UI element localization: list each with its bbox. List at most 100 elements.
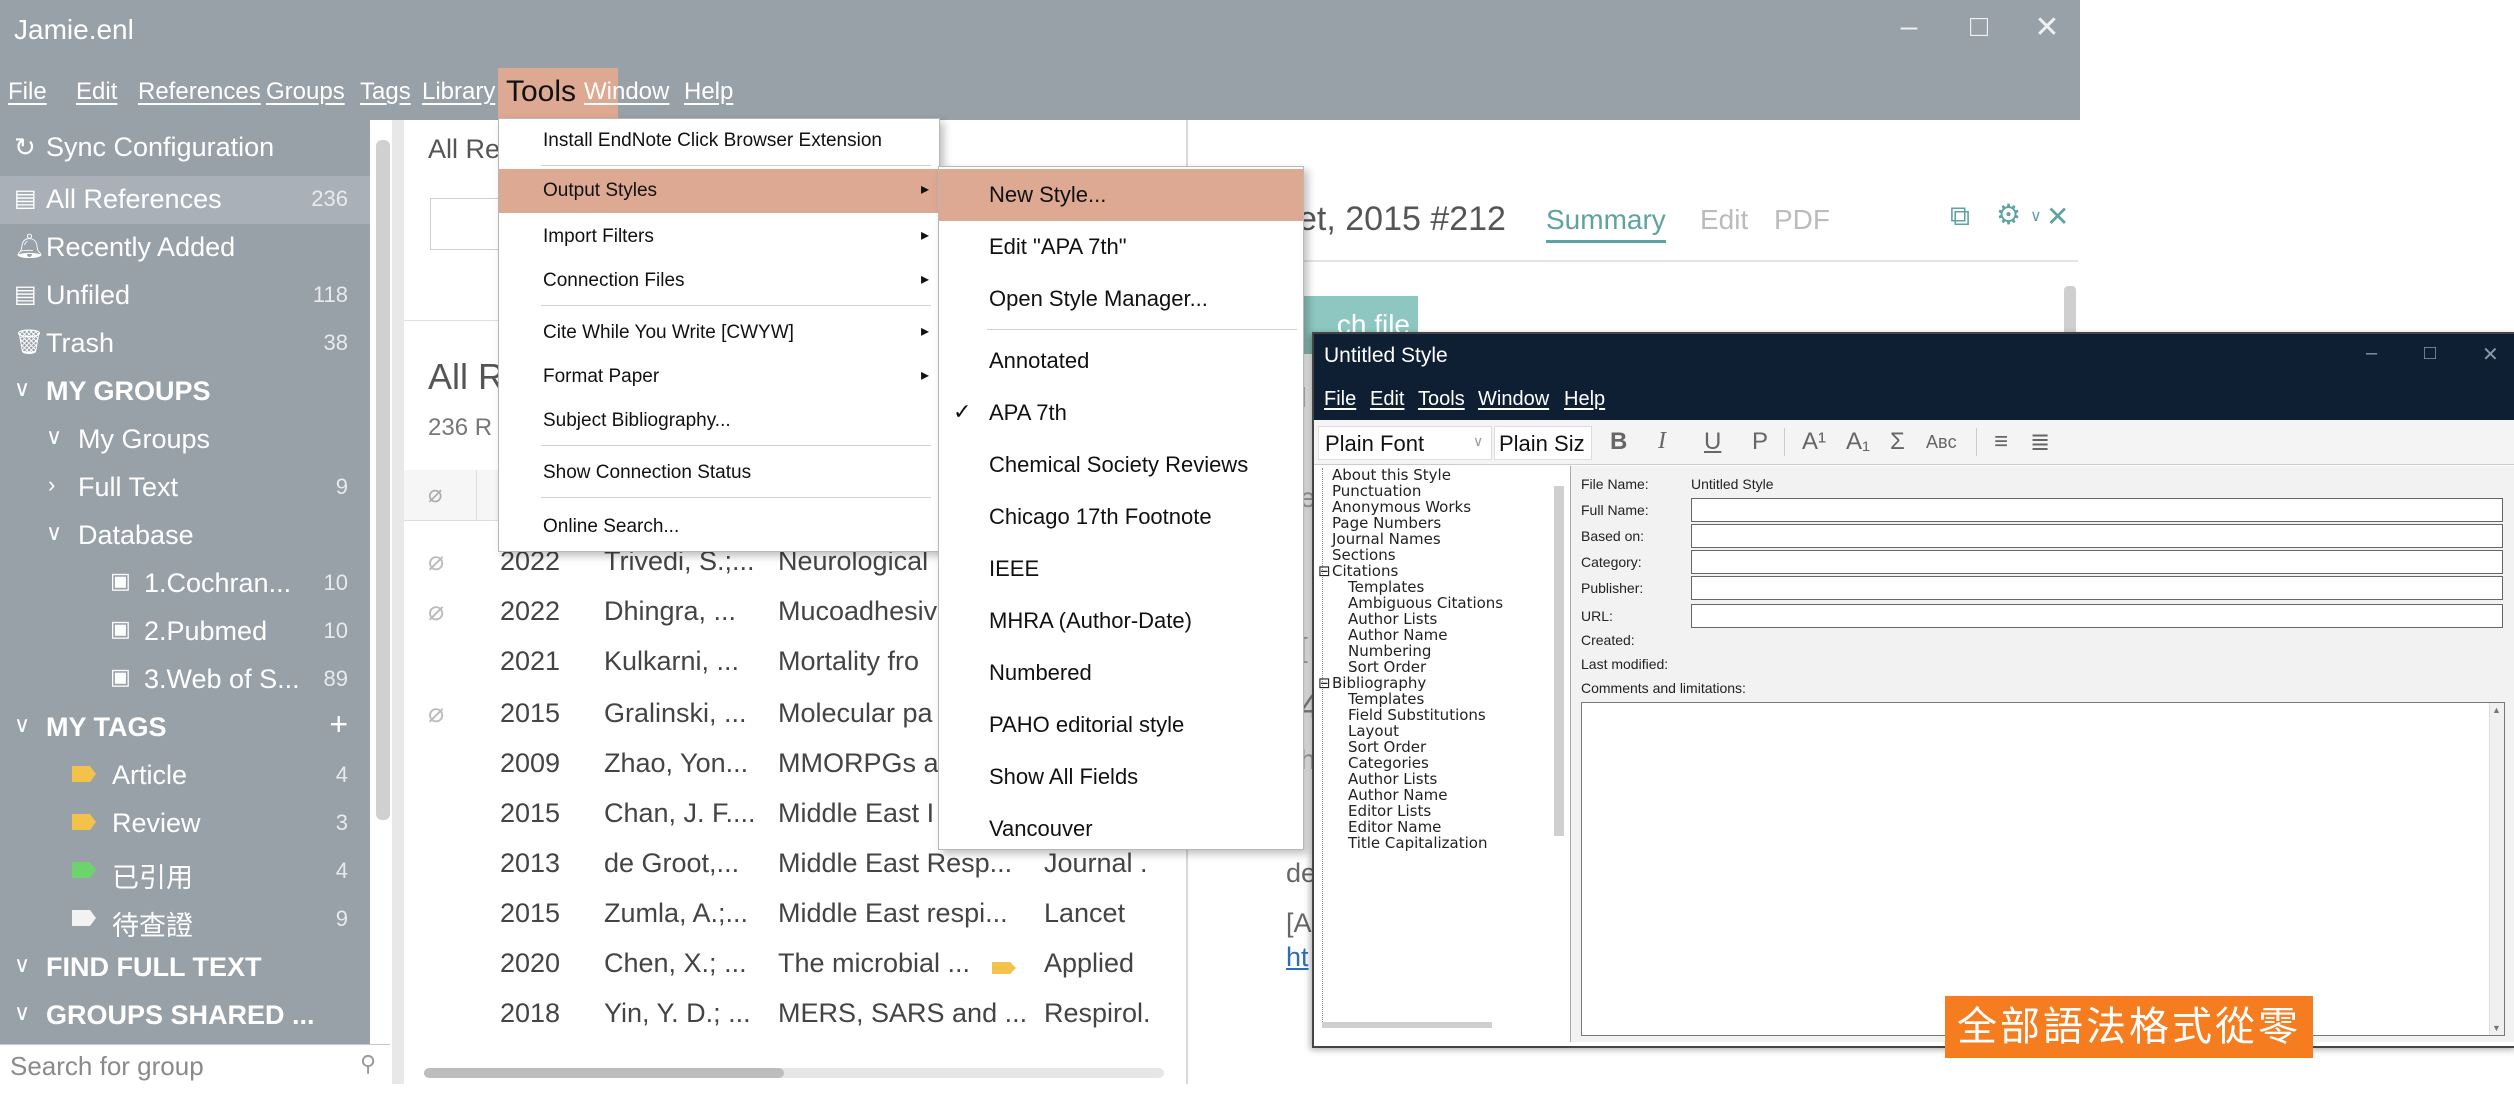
symbol-button[interactable]: Σ	[1890, 428, 1905, 456]
tab-edit[interactable]: Edit	[1700, 204, 1748, 236]
menu-help[interactable]: Help	[684, 78, 733, 106]
open-external-icon[interactable]: ⧉	[1950, 200, 1970, 233]
sw-menu-help[interactable]: Help	[1564, 388, 1605, 411]
sidebar-item-tag-cited[interactable]: 已引用 4	[0, 848, 370, 896]
menu-item-style-numbered[interactable]: Numbered	[939, 647, 1303, 699]
menu-item-cwyw[interactable]: Cite While You Write [CWYW] ▸	[499, 311, 939, 355]
menu-file[interactable]: File	[8, 78, 47, 106]
size-select[interactable]: Plain Siz	[1494, 426, 1592, 460]
tab-pdf[interactable]: PDF	[1774, 204, 1830, 236]
horizontal-scrollbar[interactable]	[424, 1068, 1164, 1078]
sidebar-item-full-text[interactable]: › Full Text 9	[0, 464, 370, 512]
menu-item-new-style[interactable]: New Style...	[939, 169, 1303, 221]
tree-scrollbar[interactable]	[1554, 486, 1564, 836]
align-left-icon[interactable]: ≡	[1994, 428, 2008, 456]
sidebar-item-web-of-science[interactable]: ▣ 3.Web of S... 89	[0, 656, 370, 704]
menu-item-edit-apa[interactable]: Edit "APA 7th"	[939, 221, 1303, 273]
based-on-field[interactable]	[1691, 524, 2503, 548]
minimize-button[interactable]: –	[1884, 10, 1934, 44]
scroll-down-icon[interactable]: ▼	[2492, 1023, 2501, 1033]
sidebar-item-my-groups[interactable]: ∨ My Groups	[0, 416, 370, 464]
plain-button[interactable]: P	[1752, 428, 1768, 456]
table-row[interactable]: 2018 Yin, Y. D.; ... MERS, SARS and ... …	[404, 990, 1184, 1038]
sidebar-section-groups-shared[interactable]: ∨ GROUPS SHARED ...	[0, 992, 370, 1040]
sidebar-item-unfiled[interactable]: ▤ Unfiled 118	[0, 272, 370, 320]
menu-references[interactable]: References	[138, 78, 261, 106]
sw-menu-edit[interactable]: Edit	[1370, 388, 1404, 411]
table-row[interactable]: 2015 Zumla, A.;... Middle East respi... …	[404, 890, 1184, 938]
superscript-button[interactable]: A¹	[1802, 428, 1826, 456]
maximize-button[interactable]: □	[2424, 342, 2436, 365]
sidebar-item-database[interactable]: ∨ Database	[0, 512, 370, 560]
chevron-down-icon[interactable]: ∨	[2030, 206, 2042, 226]
menu-window[interactable]: Window	[584, 78, 669, 106]
close-icon[interactable]: ✕	[2046, 200, 2069, 233]
italic-button[interactable]: I	[1658, 428, 1666, 455]
sidebar-section-my-groups[interactable]: ∨ MY GROUPS	[0, 368, 370, 416]
sw-menu-file[interactable]: File	[1324, 388, 1356, 411]
url-field[interactable]	[1691, 604, 2503, 628]
sidebar-item-tag-article[interactable]: Article 4	[0, 752, 370, 800]
menu-item-style-manager[interactable]: Open Style Manager...	[939, 273, 1303, 325]
scrollbar-thumb[interactable]	[424, 1068, 784, 1078]
menu-item-output-styles[interactable]: Output Styles ▸	[499, 169, 939, 213]
menu-library[interactable]: Library	[422, 78, 495, 106]
menu-item-style-mhra[interactable]: MHRA (Author-Date)	[939, 595, 1303, 647]
sidebar-item-tag-to-verify[interactable]: 待查證 9	[0, 896, 370, 944]
maximize-button[interactable]: □	[1954, 10, 2004, 44]
collapse-icon[interactable]: ⊟	[1318, 562, 1331, 580]
menu-item-style-vancouver[interactable]: Vancouver	[939, 803, 1303, 855]
underline-button[interactable]: U	[1704, 428, 1721, 456]
align-justify-icon[interactable]: ≣	[2030, 428, 2050, 457]
full-name-field[interactable]	[1691, 498, 2503, 522]
sidebar-item-tag-review[interactable]: Review 3	[0, 800, 370, 848]
minimize-button[interactable]: –	[2366, 342, 2377, 365]
font-select[interactable]: Plain Font ∨	[1318, 426, 1492, 460]
sw-menu-tools[interactable]: Tools	[1418, 388, 1465, 411]
sidebar-item-recently-added[interactable]: 🔔︎ Recently Added	[0, 224, 370, 272]
menu-item-style-chicago[interactable]: Chicago 17th Footnote	[939, 491, 1303, 543]
sidebar-item-all-references[interactable]: ▤ All References 236	[0, 176, 370, 224]
pane-divider[interactable]	[392, 120, 404, 1084]
menu-item-style-ieee[interactable]: IEEE	[939, 543, 1303, 595]
table-row[interactable]: 2020 Chen, X.; ... The microbial ... App…	[404, 940, 1184, 988]
menu-edit[interactable]: Edit	[76, 78, 117, 106]
menu-item-style-apa[interactable]: ✓ APA 7th	[939, 387, 1303, 439]
menu-item-style-annotated[interactable]: Annotated	[939, 335, 1303, 387]
summary-link[interactable]: ht	[1286, 942, 1309, 973]
sidebar-section-my-tags[interactable]: ∨ MY TAGS +	[0, 704, 370, 752]
close-button[interactable]: ✕	[2482, 342, 2499, 367]
sidebar-item-trash[interactable]: 🗑︎ Trash 38	[0, 320, 370, 368]
menu-item-subject-bibliography[interactable]: Subject Bibliography...	[499, 399, 939, 443]
collapse-icon[interactable]: ⊟	[1318, 674, 1331, 692]
menu-item-style-show-all[interactable]: Show All Fields	[939, 751, 1303, 803]
comments-scrollbar[interactable]: ▲ ▼	[2489, 703, 2504, 1035]
bold-button[interactable]: B	[1610, 428, 1627, 456]
comments-field[interactable]: ▲ ▼	[1581, 702, 2505, 1036]
tree-hscrollbar[interactable]	[1322, 1022, 1492, 1028]
tab-summary[interactable]: Summary	[1546, 204, 1666, 243]
library-tab[interactable]: All Re	[428, 134, 500, 165]
menu-groups[interactable]: Groups	[266, 78, 345, 106]
small-caps-button[interactable]: Aʙc	[1926, 432, 1957, 453]
sw-menu-window[interactable]: Window	[1478, 388, 1549, 411]
scroll-up-icon[interactable]: ▲	[2492, 705, 2501, 715]
menu-item-online-search[interactable]: Online Search...	[499, 505, 939, 549]
sidebar-scrollbar[interactable]	[376, 140, 390, 820]
sidebar-item-cochrane[interactable]: ▣ 1.Cochran... 10	[0, 560, 370, 608]
sidebar-item-sync[interactable]: ↻ Sync Configuration	[0, 124, 370, 172]
gear-icon[interactable]: ⚙	[1996, 198, 2021, 231]
menu-item-style-paho[interactable]: PAHO editorial style	[939, 699, 1303, 751]
menu-item-format-paper[interactable]: Format Paper ▸	[499, 355, 939, 399]
menu-item-connection-files[interactable]: Connection Files ▸	[499, 259, 939, 303]
menu-item-show-connection-status[interactable]: Show Connection Status	[499, 451, 939, 495]
menu-tags[interactable]: Tags	[360, 78, 411, 106]
sidebar-section-find-full-text[interactable]: ∨ FIND FULL TEXT	[0, 944, 370, 992]
menu-item-style-chem-soc[interactable]: Chemical Society Reviews	[939, 439, 1303, 491]
sidebar-item-pubmed[interactable]: ▣ 2.Pubmed 10	[0, 608, 370, 656]
menu-item-install-extension[interactable]: Install EndNote Click Browser Extension	[499, 119, 939, 163]
add-tag-icon[interactable]: +	[329, 706, 348, 743]
publisher-field[interactable]	[1691, 576, 2503, 600]
tree-item-title-capitalization[interactable]: Title Capitalization	[1348, 834, 1487, 852]
category-field[interactable]	[1691, 550, 2503, 574]
